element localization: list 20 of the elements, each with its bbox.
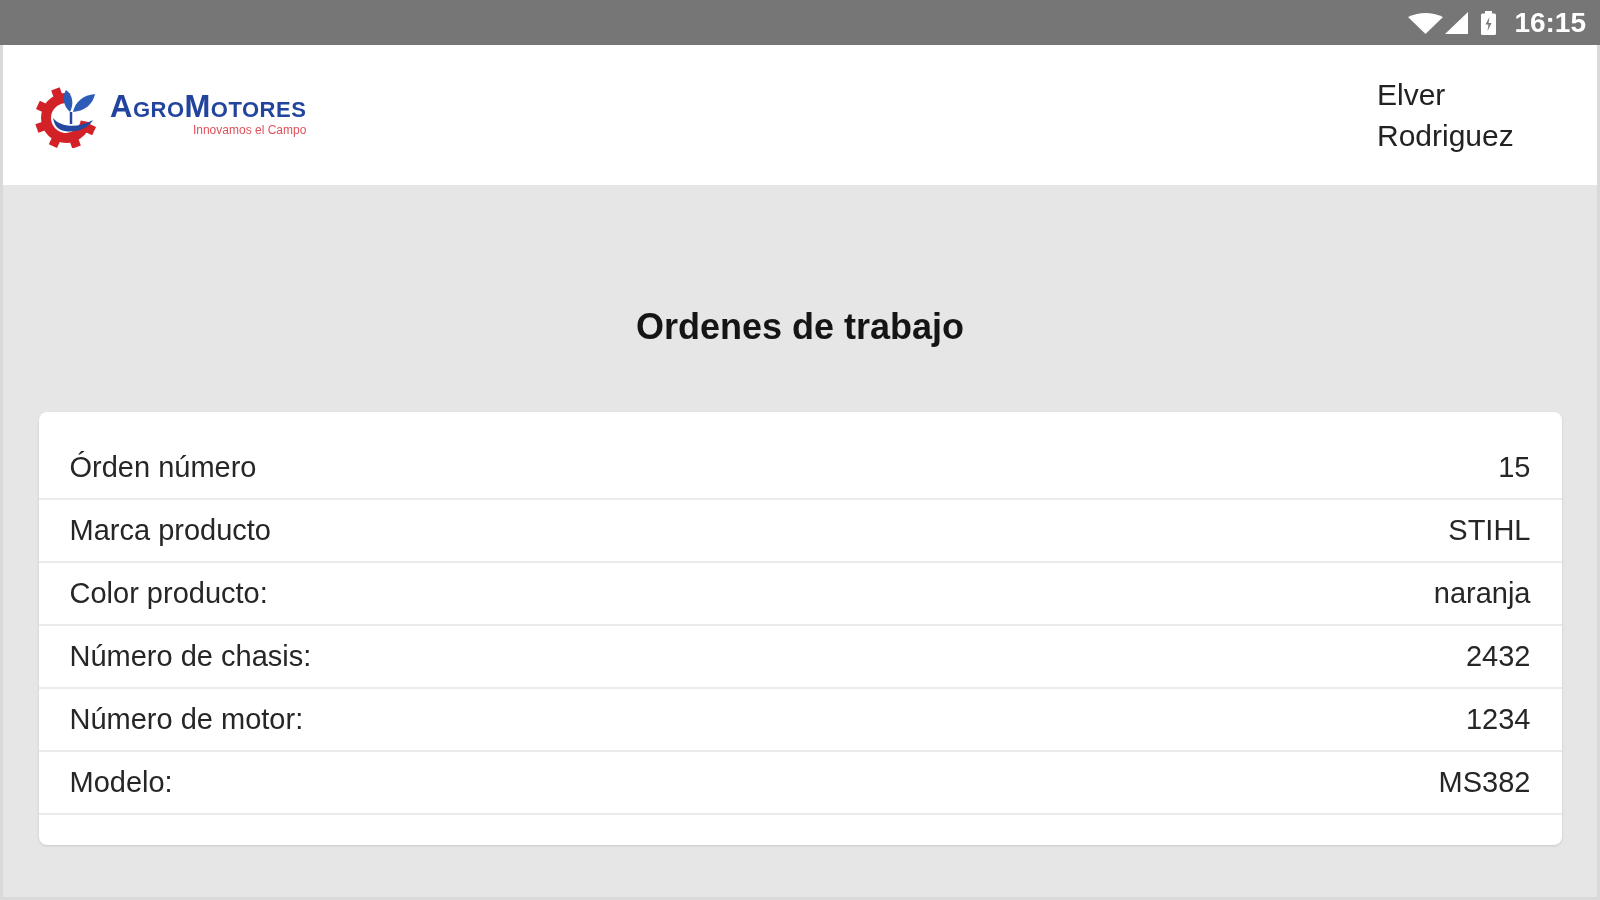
detail-value: MS382	[1438, 768, 1531, 797]
detail-label: Número de chasis:	[69, 642, 312, 671]
detail-label: Número de motor:	[69, 705, 304, 734]
detail-label: Modelo:	[69, 768, 173, 797]
battery-icon	[1481, 10, 1497, 35]
detail-value: 2432	[1466, 642, 1531, 671]
detail-value: naranja	[1433, 579, 1531, 608]
page-title: Ordenes de trabajo	[635, 305, 965, 349]
status-time: 16:15	[1514, 8, 1586, 37]
detail-label: Marca producto	[69, 516, 271, 545]
user-name: Elver Rodriguez	[1377, 77, 1515, 154]
detail-value: STIHL	[1448, 516, 1531, 545]
detail-value: 15	[1498, 453, 1531, 482]
logo-tagline: Innovamos el Campo	[192, 123, 307, 136]
detail-label: Color producto:	[69, 579, 268, 608]
logo-wordmark: AgroMotores	[110, 90, 307, 122]
detail-value: 1234	[1466, 705, 1531, 734]
wifi-icon	[1408, 13, 1444, 34]
detail-label: Órden número	[69, 453, 257, 482]
signal-icon	[1445, 12, 1469, 34]
